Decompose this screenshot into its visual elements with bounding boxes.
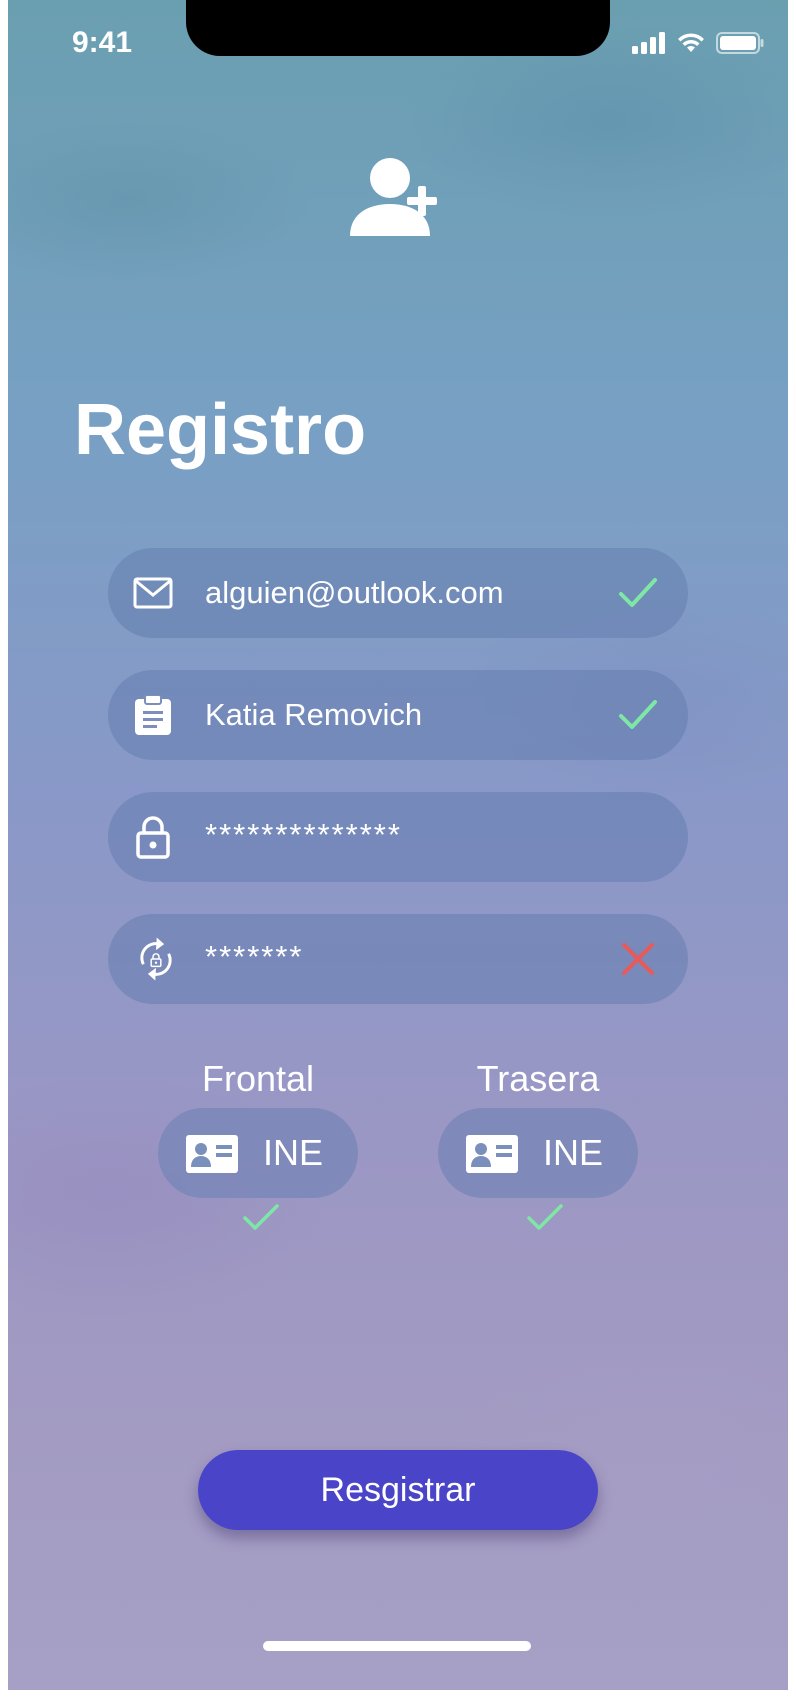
- lock-refresh-icon: [130, 936, 176, 982]
- front-id-button[interactable]: INE: [158, 1108, 358, 1198]
- status-icons: [632, 32, 764, 54]
- password-field[interactable]: **************: [108, 792, 688, 882]
- mail-icon: [130, 570, 176, 616]
- clipboard-icon: [130, 692, 176, 738]
- lock-icon: [130, 814, 176, 860]
- cellular-signal-icon: [632, 32, 665, 54]
- error-x-icon: [622, 943, 654, 975]
- wifi-icon: [678, 33, 704, 52]
- back-id-button[interactable]: INE: [438, 1108, 638, 1198]
- notch: [186, 0, 610, 56]
- back-id-label: Trasera: [476, 1058, 600, 1099]
- home-indicator[interactable]: [263, 1641, 531, 1651]
- check-icon: [243, 1204, 279, 1230]
- email-field[interactable]: alguien@outlook.com: [108, 548, 688, 638]
- password-value: **************: [205, 817, 402, 852]
- confirm-password-field[interactable]: *******: [108, 914, 688, 1004]
- page-title: Registro: [74, 390, 367, 470]
- id-card-icon: [186, 1135, 238, 1173]
- register-button[interactable]: Resgistrar: [198, 1450, 598, 1530]
- battery-icon: [716, 32, 764, 54]
- name-field[interactable]: Katia Removich: [108, 670, 688, 760]
- confirm-password-value: *******: [205, 939, 304, 974]
- email-value: alguien@outlook.com: [205, 575, 504, 610]
- check-icon: [619, 578, 657, 607]
- name-value: Katia Removich: [205, 697, 423, 732]
- check-icon: [527, 1204, 563, 1230]
- phone-screen: 9:41 Registro alguien@outlook.com Katia …: [8, 0, 788, 1690]
- status-time: 9:41: [72, 26, 133, 59]
- check-icon: [619, 700, 657, 729]
- front-id-label: Frontal: [201, 1058, 315, 1099]
- id-card-icon: [466, 1135, 518, 1173]
- back-id-text: INE: [543, 1132, 604, 1173]
- front-id-text: INE: [263, 1132, 324, 1173]
- add-user-icon: [350, 158, 437, 236]
